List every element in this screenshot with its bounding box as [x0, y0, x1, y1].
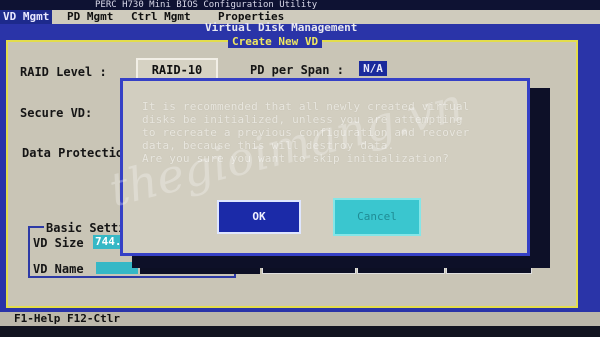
- dialog-shadow-right: [530, 88, 550, 264]
- dialog-line-3: to recreate a previous configuration and…: [142, 126, 470, 139]
- menu-pd-mgmt[interactable]: PD Mgmt: [67, 10, 113, 24]
- cancel-button[interactable]: Cancel: [333, 198, 421, 236]
- dialog-line-2: disks be initialized, unless you are att…: [142, 113, 463, 126]
- footer-help-bar: F1-Help F12-Ctlr: [0, 312, 600, 326]
- bios-title-bar: PERC H730 Mini BIOS Configuration Utilit…: [0, 0, 600, 10]
- menu-ctrl-mgmt[interactable]: Ctrl Mgmt: [131, 10, 191, 24]
- secure-vd-label: Secure VD:: [20, 106, 93, 120]
- bios-title: PERC H730 Mini BIOS Configuration Utilit…: [95, 0, 318, 10]
- dialog-line-5: Are you sure you want to skip initializa…: [142, 152, 450, 165]
- dialog-shadow-bottom: [132, 256, 550, 268]
- vd-size-label: VD Size: [33, 236, 84, 250]
- pd-per-span-field[interactable]: N/A: [359, 61, 387, 76]
- dialog-message: It is recommended that all newly created…: [142, 100, 514, 165]
- footer-help-text: F1-Help F12-Ctlr: [14, 312, 120, 325]
- data-protection-label: Data Protectio: [22, 146, 124, 160]
- ok-button[interactable]: OK: [217, 200, 301, 234]
- panel-title: Create New VD: [228, 36, 323, 48]
- dialog-line-1: It is recommended that all newly created…: [142, 100, 470, 113]
- menu-vd-mgmt[interactable]: VD Mgmt: [0, 10, 53, 24]
- vd-name-label: VD Name: [33, 262, 84, 276]
- basic-settings-label: Basic Setti: [44, 221, 128, 235]
- pd-per-span-label: PD per Span :: [250, 63, 344, 77]
- dialog-line-4: data, because this will destroy data.: [142, 139, 395, 152]
- raid-level-label: RAID Level :: [20, 65, 107, 79]
- window-title: Virtual Disk Management: [205, 21, 358, 34]
